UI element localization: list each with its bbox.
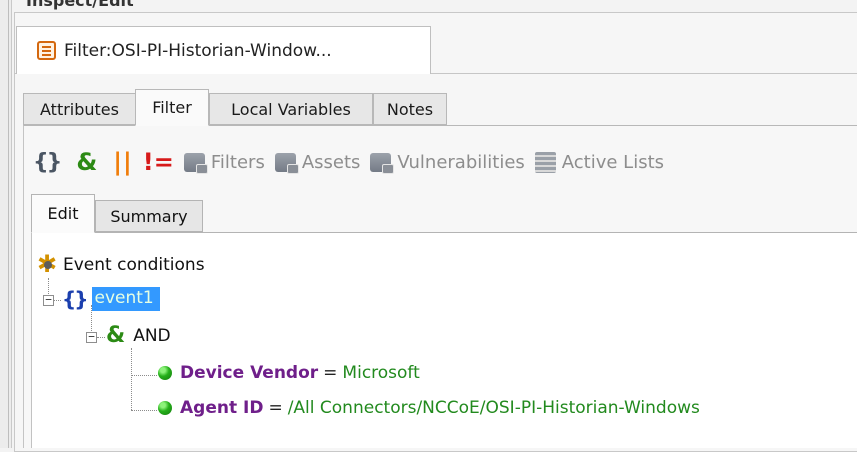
- condition-device-vendor[interactable]: Device Vendor = Microsoft: [158, 363, 420, 383]
- document-tab-bar: Filter:OSI-PI-Historian-Window...: [14, 12, 857, 74]
- curly-braces-icon: {}: [33, 149, 62, 175]
- tree-connector: [97, 337, 105, 338]
- subtab-summary-label: Summary: [110, 206, 188, 226]
- left-panel-border: [0, 0, 12, 448]
- or-button[interactable]: ||: [113, 148, 133, 176]
- vulnerabilities-label: Vulnerabilities: [397, 151, 525, 173]
- vulnerabilities-button[interactable]: Vulnerabilities: [370, 151, 525, 174]
- tree-connector: [53, 300, 61, 301]
- tree-connector: [131, 348, 132, 410]
- event1-label: event1: [92, 287, 160, 311]
- tab-filter[interactable]: Filter: [135, 89, 209, 126]
- document-tab-label: Filter:OSI-PI-Historian-Window...: [64, 40, 332, 61]
- condition-toolbar: {} & || != Filters Assets Vulnerabilitie…: [33, 143, 674, 181]
- subtab-edit-label: Edit: [47, 204, 79, 223]
- or-icon: ||: [113, 148, 133, 176]
- tree-root-label: Event conditions: [63, 255, 205, 275]
- filters-icon: [183, 152, 208, 174]
- not-equal-icon: !=: [142, 148, 174, 176]
- curly-braces-icon: {}: [62, 287, 89, 311]
- tab-attributes-label: Attributes: [40, 99, 119, 119]
- tab-filter-label: Filter: [152, 98, 192, 117]
- condition-field: Agent ID: [180, 398, 264, 418]
- condition-operator: =: [323, 363, 338, 383]
- assets-button[interactable]: Assets: [274, 151, 361, 174]
- and-icon: &: [106, 323, 126, 348]
- assets-icon: [274, 152, 299, 174]
- condition-value: Microsoft: [342, 363, 420, 383]
- green-dot-icon: [158, 366, 172, 380]
- condition-tree: Event conditions − {} event1 − & AND Dev…: [31, 232, 857, 448]
- tab-local-variables-label: Local Variables: [231, 99, 351, 119]
- active-lists-label: Active Lists: [561, 151, 665, 173]
- tab-notes-label: Notes: [386, 99, 434, 119]
- document-tab-filter[interactable]: Filter:OSI-PI-Historian-Window...: [16, 26, 431, 74]
- panel-title: Inspect/Edit: [26, 0, 134, 10]
- filters-button[interactable]: Filters: [183, 151, 265, 174]
- tree-connector: [131, 410, 157, 411]
- add-group-button[interactable]: {}: [33, 149, 62, 175]
- tree-root-event-conditions[interactable]: Event conditions: [37, 250, 205, 278]
- tab-attributes[interactable]: Attributes: [23, 93, 136, 125]
- assets-label: Assets: [301, 151, 361, 173]
- active-lists-icon: [534, 151, 556, 173]
- tree-node-and[interactable]: & AND: [106, 323, 171, 348]
- tree-connector: [131, 375, 157, 376]
- subtab-edit[interactable]: Edit: [31, 194, 95, 233]
- and-label: AND: [133, 325, 171, 346]
- filter-icon: [37, 41, 56, 60]
- vulnerabilities-icon: [370, 152, 395, 174]
- green-dot-icon: [158, 401, 172, 415]
- active-lists-button[interactable]: Active Lists: [534, 151, 665, 173]
- tab-notes[interactable]: Notes: [373, 93, 447, 125]
- condition-agent-id[interactable]: Agent ID = /All Connectors/NCCoE/OSI-PI-…: [158, 398, 700, 418]
- gear-icon: [37, 250, 58, 278]
- filters-label: Filters: [210, 151, 265, 173]
- and-icon: &: [76, 148, 98, 176]
- tab-local-variables[interactable]: Local Variables: [209, 93, 373, 125]
- not-button[interactable]: !=: [143, 148, 174, 176]
- tree-node-event1[interactable]: {} event1: [62, 287, 160, 311]
- collapse-toggle-event1[interactable]: −: [43, 294, 54, 306]
- condition-value: /All Connectors/NCCoE/OSI-PI-Historian-W…: [287, 398, 700, 418]
- subtab-summary[interactable]: Summary: [95, 200, 203, 232]
- collapse-toggle-and[interactable]: −: [86, 331, 97, 343]
- and-button[interactable]: &: [76, 148, 97, 176]
- condition-field: Device Vendor: [180, 363, 319, 383]
- condition-operator: =: [268, 398, 283, 418]
